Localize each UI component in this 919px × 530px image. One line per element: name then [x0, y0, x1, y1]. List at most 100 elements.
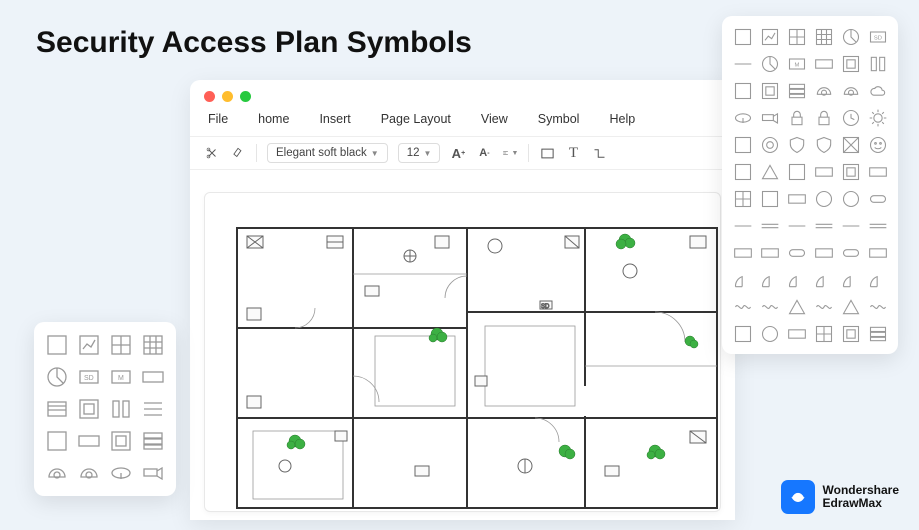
symbol-bar1[interactable] [732, 242, 753, 263]
symbol-rect2[interactable] [813, 161, 834, 182]
symbol-shield2[interactable] [813, 134, 834, 155]
symbol-frame[interactable] [108, 428, 134, 454]
menu-file[interactable]: File [208, 112, 228, 126]
symbol-line[interactable] [732, 53, 753, 74]
symbol-e2[interactable] [759, 323, 780, 344]
symbol-pie2[interactable] [759, 53, 780, 74]
symbol-e5[interactable] [840, 323, 861, 344]
symbol-stack[interactable] [786, 80, 807, 101]
connector-tool-icon[interactable] [591, 145, 607, 161]
symbol-sq2[interactable] [732, 80, 753, 101]
cut-icon[interactable] [204, 145, 220, 161]
maximize-window-button[interactable] [240, 91, 251, 102]
symbol-w6[interactable] [867, 296, 888, 317]
format-painter-icon[interactable] [230, 145, 246, 161]
symbol-d1[interactable] [732, 269, 753, 290]
font-family-select[interactable]: Elegant soft black ▼ [267, 143, 388, 163]
symbol-pie[interactable] [840, 26, 861, 47]
symbol-e3[interactable] [786, 323, 807, 344]
symbol-circ[interactable] [813, 188, 834, 209]
symbol-dome-camera[interactable] [76, 460, 102, 486]
symbol-tri[interactable] [759, 161, 780, 182]
symbol-two-bar[interactable] [108, 396, 134, 422]
symbol-sd[interactable] [867, 26, 888, 47]
symbol-dish[interactable] [108, 460, 134, 486]
symbol-cctv[interactable] [140, 460, 166, 486]
symbol-bar5[interactable] [840, 242, 861, 263]
symbol-box[interactable] [840, 53, 861, 74]
symbol-d3[interactable] [786, 269, 807, 290]
menu-symbol[interactable]: Symbol [538, 112, 580, 126]
symbol-cam[interactable] [759, 107, 780, 128]
symbol-square-c[interactable] [44, 332, 70, 358]
symbol-dome2[interactable] [840, 80, 861, 101]
symbol-rect-simple[interactable] [76, 428, 102, 454]
symbol-circ2[interactable] [840, 188, 861, 209]
symbol-face[interactable] [867, 134, 888, 155]
symbol-dish[interactable] [732, 107, 753, 128]
symbol-rect3[interactable] [867, 161, 888, 182]
minimize-window-button[interactable] [222, 91, 233, 102]
symbol-d2[interactable] [759, 269, 780, 290]
symbol-m[interactable] [108, 364, 134, 390]
symbol-rect[interactable] [813, 53, 834, 74]
symbol-lock[interactable] [786, 107, 807, 128]
symbol-w4[interactable] [813, 296, 834, 317]
symbol-e6[interactable] [867, 323, 888, 344]
symbol-rect4[interactable] [786, 188, 807, 209]
symbol-graph[interactable] [759, 26, 780, 47]
symbol-box2[interactable] [840, 161, 861, 182]
symbol-w2[interactable] [759, 296, 780, 317]
symbol-sun[interactable] [867, 107, 888, 128]
symbol-bar2[interactable] [759, 242, 780, 263]
symbol-line6[interactable] [867, 215, 888, 236]
symbol-lines[interactable] [140, 396, 166, 422]
symbol-w3[interactable] [786, 296, 807, 317]
symbol-w1[interactable] [732, 296, 753, 317]
symbol-graph-p[interactable] [76, 332, 102, 358]
decrease-font-icon[interactable]: A- [476, 145, 492, 161]
symbol-dome[interactable] [813, 80, 834, 101]
menu-help[interactable]: Help [609, 112, 635, 126]
menu-page-layout[interactable]: Page Layout [381, 112, 451, 126]
symbol-line3[interactable] [786, 215, 807, 236]
symbol-line2[interactable] [759, 215, 780, 236]
symbol-square-simple[interactable] [44, 428, 70, 454]
symbol-pie[interactable] [44, 364, 70, 390]
symbol-bar3[interactable] [786, 242, 807, 263]
symbol-box-m[interactable] [76, 396, 102, 422]
symbol-sd[interactable] [76, 364, 102, 390]
close-window-button[interactable] [204, 91, 215, 102]
menu-view[interactable]: View [481, 112, 508, 126]
symbol-sq6[interactable] [759, 188, 780, 209]
menu-home[interactable]: home [258, 112, 289, 126]
increase-font-icon[interactable]: A+ [450, 145, 466, 161]
symbol-e4[interactable] [813, 323, 834, 344]
symbol-d4[interactable] [813, 269, 834, 290]
symbol-w5[interactable] [840, 296, 861, 317]
symbol-bars[interactable] [867, 53, 888, 74]
menu-insert[interactable]: Insert [319, 112, 350, 126]
font-size-select[interactable]: 12 ▼ [398, 143, 441, 163]
symbol-sq3[interactable] [732, 134, 753, 155]
canvas[interactable]: SD [204, 192, 721, 512]
symbol-line5[interactable] [840, 215, 861, 236]
symbol-line1[interactable] [732, 215, 753, 236]
symbol-m[interactable] [786, 53, 807, 74]
symbol-sq4[interactable] [732, 161, 753, 182]
symbol-window[interactable] [813, 26, 834, 47]
symbol-target[interactable] [759, 134, 780, 155]
rectangle-tool-icon[interactable] [539, 145, 555, 161]
symbol-pill[interactable] [867, 188, 888, 209]
symbol-lined[interactable] [44, 396, 70, 422]
symbol-sq[interactable] [732, 26, 753, 47]
symbol-dome[interactable] [44, 460, 70, 486]
symbol-d6[interactable] [867, 269, 888, 290]
symbol-shield[interactable] [786, 134, 807, 155]
symbol-cross[interactable] [840, 134, 861, 155]
symbol-cloud[interactable] [867, 80, 888, 101]
symbol-sq5[interactable] [786, 161, 807, 182]
symbol-line4[interactable] [813, 215, 834, 236]
symbol-d5[interactable] [840, 269, 861, 290]
symbol-frame[interactable] [759, 80, 780, 101]
